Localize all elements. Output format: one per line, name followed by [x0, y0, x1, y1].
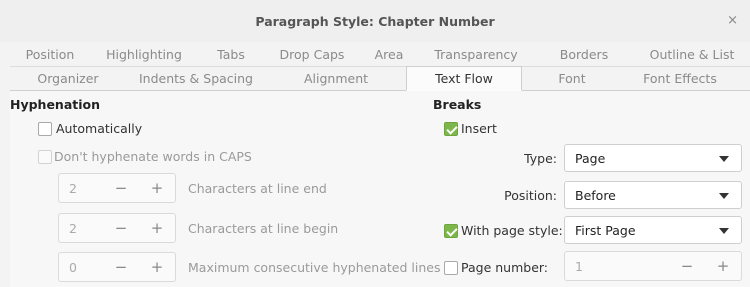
max-consecutive-value: 0: [69, 259, 77, 275]
page-style-value: First Page: [575, 222, 636, 238]
type-label: Type:: [524, 151, 557, 166]
tab-area[interactable]: Area: [360, 43, 418, 66]
tab-drop-caps[interactable]: Drop Caps: [264, 43, 360, 66]
page-number-stepper: 1 − +: [564, 251, 742, 281]
line-end-minus-button: −: [114, 179, 128, 197]
page-number-checkbox[interactable]: [444, 261, 458, 275]
tab-transparency[interactable]: Transparency: [418, 43, 534, 66]
line-begin-value: 2: [69, 220, 77, 236]
max-consecutive-label: Maximum consecutive hyphenated lines: [188, 260, 441, 275]
hyphenation-heading: Hyphenation: [10, 97, 101, 112]
page-number-value: 1: [575, 258, 583, 274]
text-flow-panel: Hyphenation Automatically Don't hyphenat…: [10, 91, 750, 287]
line-begin-stepper: 2 − +: [58, 213, 176, 243]
with-page-style-checkbox[interactable]: [444, 224, 458, 238]
type-value: Page: [575, 150, 606, 166]
line-end-value: 2: [69, 180, 77, 196]
page-style-dropdown[interactable]: First Page: [564, 216, 742, 244]
position-value: Before: [575, 187, 616, 203]
max-consecutive-minus-button: −: [114, 258, 128, 276]
automatically-checkbox[interactable]: [38, 122, 52, 136]
tab-borders[interactable]: Borders: [534, 43, 634, 66]
position-dropdown[interactable]: Before: [564, 181, 742, 209]
line-begin-label: Characters at line begin: [188, 221, 339, 236]
chevron-down-icon: [719, 156, 729, 162]
insert-checkbox[interactable]: [444, 122, 458, 136]
tab-outline-list[interactable]: Outline & List: [634, 43, 750, 66]
automatically-label[interactable]: Automatically: [56, 121, 142, 136]
position-label: Position:: [504, 188, 557, 203]
line-end-plus-button: +: [150, 179, 164, 197]
page-number-label[interactable]: Page number:: [461, 260, 548, 275]
tab-text-flow[interactable]: Text Flow: [406, 66, 522, 91]
line-end-label: Characters at line end: [188, 181, 327, 196]
tab-position[interactable]: Position: [10, 43, 90, 66]
tab-font[interactable]: Font: [522, 67, 622, 90]
tab-row-1: Position Highlighting Tabs Drop Caps Are…: [10, 43, 750, 67]
tab-organizer[interactable]: Organizer: [10, 67, 126, 90]
chevron-down-icon: [719, 193, 729, 199]
max-consecutive-stepper: 0 − +: [58, 252, 176, 282]
tab-row-2: Organizer Indents & Spacing Alignment Te…: [10, 66, 750, 91]
close-icon[interactable]: ×: [727, 13, 738, 28]
page-number-minus-button: −: [680, 257, 694, 275]
tab-font-effects[interactable]: Font Effects: [622, 67, 738, 90]
window-title: Paragraph Style: Chapter Number: [255, 14, 495, 29]
max-consecutive-plus-button: +: [150, 258, 164, 276]
breaks-heading: Breaks: [433, 97, 482, 112]
caps-checkbox: [38, 150, 52, 164]
tab-indents-spacing[interactable]: Indents & Spacing: [126, 67, 266, 90]
with-page-style-label[interactable]: With page style:: [461, 223, 563, 238]
tab-alignment[interactable]: Alignment: [266, 67, 406, 90]
type-dropdown[interactable]: Page: [564, 144, 742, 172]
caps-label: Don't hyphenate words in CAPS: [54, 149, 252, 164]
line-end-stepper: 2 − +: [58, 173, 176, 203]
line-begin-plus-button: +: [150, 219, 164, 237]
line-begin-minus-button: −: [114, 219, 128, 237]
tab-highlighting[interactable]: Highlighting: [90, 43, 198, 66]
insert-label[interactable]: Insert: [461, 121, 497, 136]
title-bar: Paragraph Style: Chapter Number ×: [0, 0, 750, 42]
chevron-down-icon: [719, 228, 729, 234]
page-number-plus-button: +: [716, 257, 730, 275]
tab-tabs[interactable]: Tabs: [198, 43, 264, 66]
